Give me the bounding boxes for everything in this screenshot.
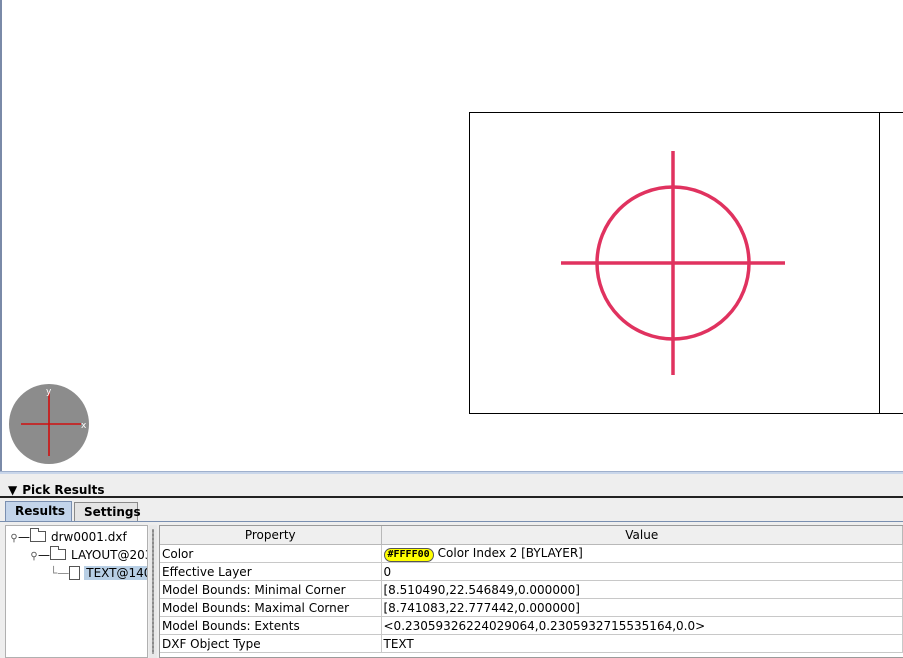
pick-results-title: Pick Results [22, 483, 105, 497]
tree-connector: └— [50, 566, 70, 580]
tab-settings[interactable]: Settings [74, 502, 141, 521]
value-cell: 0 [381, 562, 903, 581]
folder-icon [30, 528, 46, 542]
tree-node-label: LAYOUT@203 [71, 548, 148, 562]
table-row[interactable]: Effective Layer 0 [160, 562, 903, 581]
axis-orientation-gizmo[interactable]: y x [9, 384, 89, 464]
tree-node-file[interactable]: ⚲— drw0001.dxf [10, 528, 129, 546]
column-header-value[interactable]: Value [381, 526, 903, 545]
value-cell: [8.510490,22.546849,0.000000] [381, 580, 903, 599]
color-swatch-badge: #FFFF00 [383, 547, 434, 562]
drawing-frame [469, 112, 903, 414]
drawing-viewport[interactable]: y x [0, 0, 903, 471]
table-row[interactable]: Color #FFFF00 Color Index 2 [BYLAYER] [160, 544, 903, 563]
results-tree: ⚲— drw0001.dxf ⚲— LAYOUT@203 └— TEXT@140 [5, 525, 148, 658]
tree-node-label: drw0001.dxf [51, 530, 127, 544]
tree-node-text[interactable]: └— TEXT@140 [50, 564, 147, 582]
frame-divider [879, 113, 880, 413]
table-row[interactable]: DXF Object Type TEXT [160, 634, 903, 653]
pick-results-header[interactable]: ▼ Pick Results [0, 482, 903, 498]
tree-node-layout[interactable]: ⚲— LAYOUT@203 [30, 546, 148, 566]
table-row[interactable]: Model Bounds: Extents <0.230593262240290… [160, 616, 903, 635]
document-icon [69, 566, 81, 580]
value-cell: [8.741083,22.777442,0.000000] [381, 598, 903, 617]
value-cell: #FFFF00 Color Index 2 [BYLAYER] [381, 544, 903, 563]
property-cell: Model Bounds: Minimal Corner [160, 580, 382, 599]
value-cell: <0.23059326224029064,0.2305932715535164,… [381, 616, 903, 635]
value-text: Color Index 2 [BYLAYER] [437, 545, 583, 560]
gizmo-y-label: y [46, 387, 52, 397]
property-cell: Model Bounds: Maximal Corner [160, 598, 382, 617]
table-header-row: Property Value [160, 526, 903, 545]
tree-node-label: TEXT@140 [84, 566, 147, 580]
gizmo-x-label: x [81, 421, 87, 431]
table-row[interactable]: Model Bounds: Maximal Corner [8.741083,2… [160, 598, 903, 617]
column-header-property[interactable]: Property [160, 526, 382, 545]
property-cell: Effective Layer [160, 562, 382, 581]
tab-results[interactable]: Results [5, 501, 72, 522]
pick-results-panel: ▼ Pick Results Results Settings ⚲— drw0001… [0, 474, 903, 658]
tree-handle-icon[interactable]: ⚲ [30, 548, 38, 566]
value-cell: TEXT [381, 634, 903, 653]
property-cell: Model Bounds: Extents [160, 616, 382, 635]
property-cell: DXF Object Type [160, 634, 382, 653]
circle-crosshair-entity[interactable] [470, 113, 878, 413]
collapse-triangle-icon[interactable]: ▼ [8, 482, 17, 498]
tab-underline [0, 521, 903, 522]
folder-icon [50, 546, 66, 560]
properties-table: Property Value Color #FFFF00 Color Index … [159, 525, 903, 658]
property-cell: Color [160, 544, 382, 563]
tree-table-splitter[interactable] [149, 525, 157, 658]
tree-handle-icon[interactable]: ⚲ [10, 530, 18, 548]
table-row[interactable]: Model Bounds: Minimal Corner [8.510490,2… [160, 580, 903, 599]
